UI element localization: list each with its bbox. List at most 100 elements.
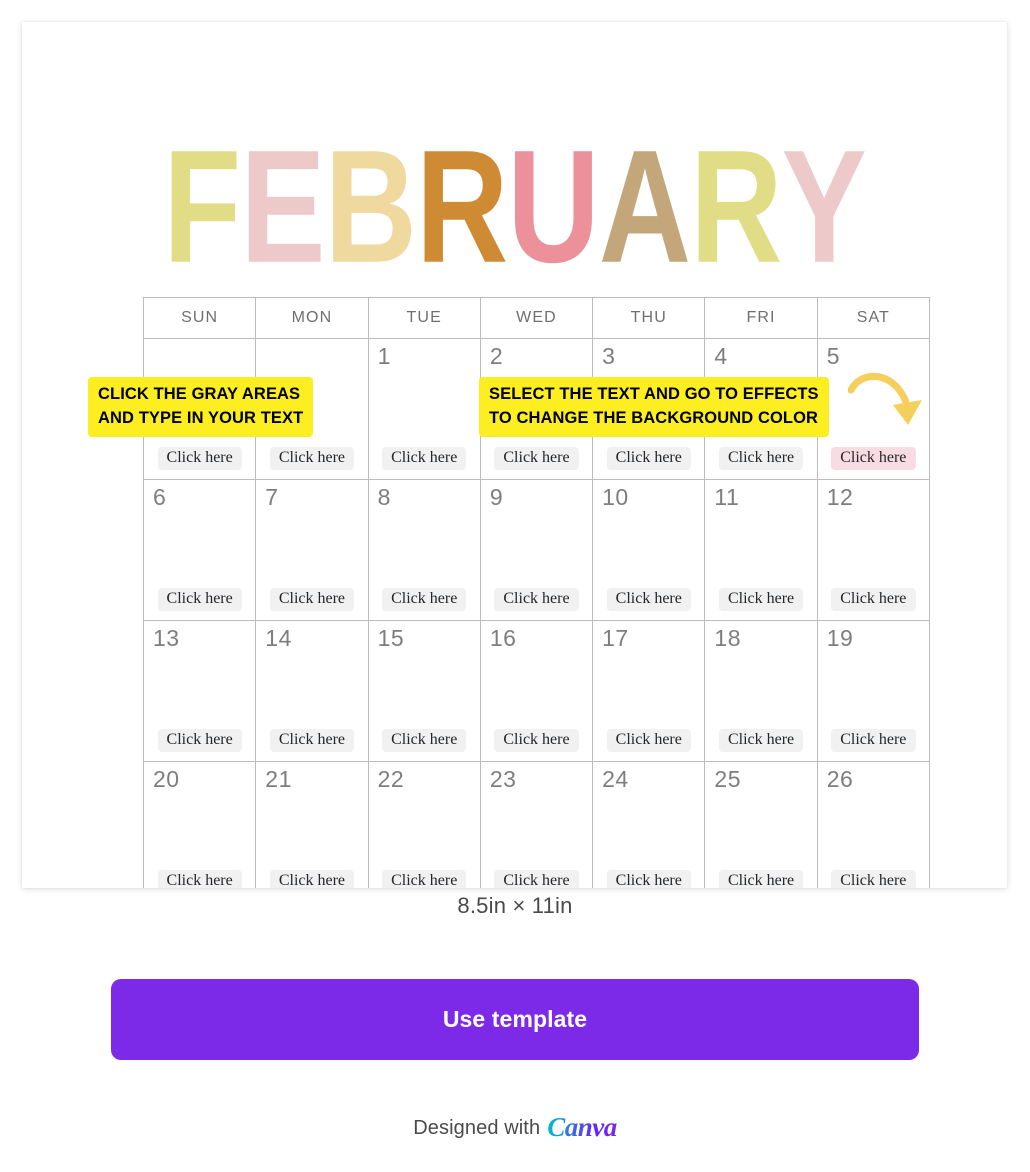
calendar-day-26[interactable]: 26 Click here (818, 762, 930, 888)
calendar-day-16[interactable]: 16 Click here (480, 621, 594, 762)
day-number: 23 (489, 766, 517, 792)
click-here-text-field[interactable]: Click here (269, 729, 355, 752)
footer-prefix-text: Designed with (413, 1117, 541, 1139)
month-title-letter-4: U (507, 116, 599, 296)
day-number: 9 (489, 484, 504, 510)
weekday-header-fri: FRI (705, 298, 818, 339)
click-here-text-field[interactable]: Click here (494, 729, 579, 752)
day-number: 20 (153, 766, 180, 792)
day-number: 10 (602, 484, 629, 510)
click-here-text-field[interactable]: Click here (269, 447, 355, 470)
click-here-text-field[interactable]: Click here (718, 447, 804, 470)
use-template-button[interactable]: Use template (111, 979, 919, 1060)
click-here-text-field[interactable]: Click here (831, 870, 916, 888)
day-number: 16 (489, 625, 517, 651)
day-number: 26 (826, 766, 854, 792)
designed-with-canva-footer: Designed with Canva (0, 1112, 1030, 1143)
click-here-text-field[interactable]: Click here (269, 588, 355, 611)
calendar-day-25[interactable]: 25 Click here (705, 762, 818, 888)
calendar-day-19[interactable]: 19 Click here (817, 621, 930, 762)
calendar-header-row: SUN MON TUE WED THU FRI SAT (144, 298, 930, 339)
template-preview-card[interactable]: FEBRUARY SUN MON TUE WED THU FRI SAT Click her… (22, 22, 1007, 888)
calendar-day-9[interactable]: 9 Click here (480, 480, 594, 621)
click-here-text-field[interactable]: Click here (157, 447, 242, 470)
day-number: 14 (265, 625, 292, 651)
calendar-day-17[interactable]: 17 Click here (593, 621, 706, 762)
weekday-header-wed: WED (480, 298, 594, 339)
click-here-text-field[interactable]: Click here (606, 870, 691, 888)
click-here-text-field[interactable]: Click here (831, 447, 916, 470)
day-number: 18 (714, 625, 741, 651)
day-number: 24 (602, 766, 629, 792)
click-here-text-field[interactable]: Click here (382, 870, 467, 888)
calendar-day-21[interactable]: 21 Click here (256, 762, 369, 888)
click-here-text-field[interactable]: Click here (157, 870, 242, 888)
click-here-text-field[interactable]: Click here (718, 870, 804, 888)
month-title-letter-7: Y (781, 116, 867, 296)
month-title-letter-2: B (324, 116, 417, 296)
click-here-text-field[interactable]: Click here (157, 729, 242, 752)
calendar-day-13[interactable]: 13 Click here (144, 621, 257, 762)
annotation-note-effects: SELECT THE TEXT AND GO TO EFFECTS TO CHA… (479, 377, 829, 437)
annotation-note-gray-areas-line1: CLICK THE GRAY AREAS (98, 385, 301, 403)
day-number: 8 (377, 484, 391, 510)
click-here-text-field[interactable]: Click here (831, 588, 916, 611)
day-number: 12 (826, 484, 854, 510)
annotation-note-gray-areas-line2: AND TYPE IN YOUR TEXT (98, 409, 304, 428)
annotation-note-effects-line1: SELECT THE TEXT AND GO TO EFFECTS (489, 385, 819, 403)
click-here-text-field[interactable]: Click here (157, 588, 242, 611)
canva-logo: Canva (547, 1112, 617, 1142)
click-here-text-field[interactable]: Click here (606, 729, 691, 752)
click-here-text-field[interactable]: Click here (382, 588, 467, 611)
click-here-text-field[interactable]: Click here (494, 870, 579, 888)
calendar-day-8[interactable]: 8 Click here (368, 480, 481, 621)
click-here-text-field[interactable]: Click here (831, 729, 916, 752)
calendar-day-24[interactable]: 24 Click here (593, 762, 706, 888)
click-here-text-field[interactable]: Click here (382, 447, 467, 470)
calendar-day-6[interactable]: 6 Click here (144, 480, 257, 621)
day-number: 1 (377, 343, 391, 369)
dimensions-caption: 8.5in × 11in (457, 893, 573, 918)
click-here-text-field[interactable]: Click here (718, 588, 804, 611)
weekday-header-tue: TUE (368, 298, 481, 339)
calendar-day-20[interactable]: 20 Click here (144, 762, 257, 888)
calendar-day-22[interactable]: 22 Click here (369, 762, 481, 888)
calendar-day-1[interactable]: 1 Click here (368, 339, 481, 480)
month-title-letter-3: R (415, 116, 508, 296)
day-number: 11 (714, 484, 740, 510)
day-number: 13 (153, 625, 180, 651)
calendar-day-7[interactable]: 7 Click here (256, 480, 369, 621)
day-number: 4 (714, 343, 728, 369)
day-number: 2 (489, 343, 504, 369)
month-title-letter-0: F (163, 116, 241, 296)
month-title-letter-6: R (690, 116, 782, 296)
click-here-text-field[interactable]: Click here (269, 870, 355, 888)
calendar-day-12[interactable]: 12 Click here (817, 480, 930, 621)
click-here-text-field[interactable]: Click here (494, 588, 579, 611)
day-number: 22 (377, 766, 405, 792)
weekday-header-thu: THU (593, 298, 706, 339)
calendar-day-23[interactable]: 23 Click here (481, 762, 594, 888)
calendar-day-14[interactable]: 14 Click here (256, 621, 369, 762)
calendar-day-18[interactable]: 18 Click here (705, 621, 818, 762)
click-here-text-field[interactable]: Click here (494, 447, 579, 470)
day-number: 25 (714, 766, 741, 792)
weekday-header-sat: SAT (817, 298, 930, 339)
annotation-note-gray-areas: CLICK THE GRAY AREAS AND TYPE IN YOUR TE… (88, 377, 314, 437)
click-here-text-field[interactable]: Click here (606, 588, 691, 611)
day-number: 6 (153, 484, 167, 510)
day-number: 7 (265, 484, 279, 510)
click-here-text-field[interactable]: Click here (382, 729, 467, 752)
annotation-note-effects-line2: TO CHANGE THE BACKGROUND COLOR (489, 409, 819, 428)
click-here-text-field[interactable]: Click here (718, 729, 804, 752)
month-title: FEBRUARY (52, 126, 978, 286)
calendar-day-10[interactable]: 10 Click here (593, 480, 706, 621)
calendar-day-11[interactable]: 11 Click here (705, 480, 818, 621)
calendar-week-row: 6 Click here 7 Click here 8 Click here 9 Click … (144, 480, 930, 621)
template-preview-page: FEBRUARY SUN MON TUE WED THU FRI SAT Click her… (0, 0, 1030, 1172)
calendar-day-15[interactable]: 15 Click here (368, 621, 481, 762)
weekday-header-mon: MON (256, 298, 369, 339)
day-number: 5 (826, 343, 840, 369)
curved-arrow-icon (848, 372, 922, 425)
click-here-text-field[interactable]: Click here (606, 447, 691, 470)
